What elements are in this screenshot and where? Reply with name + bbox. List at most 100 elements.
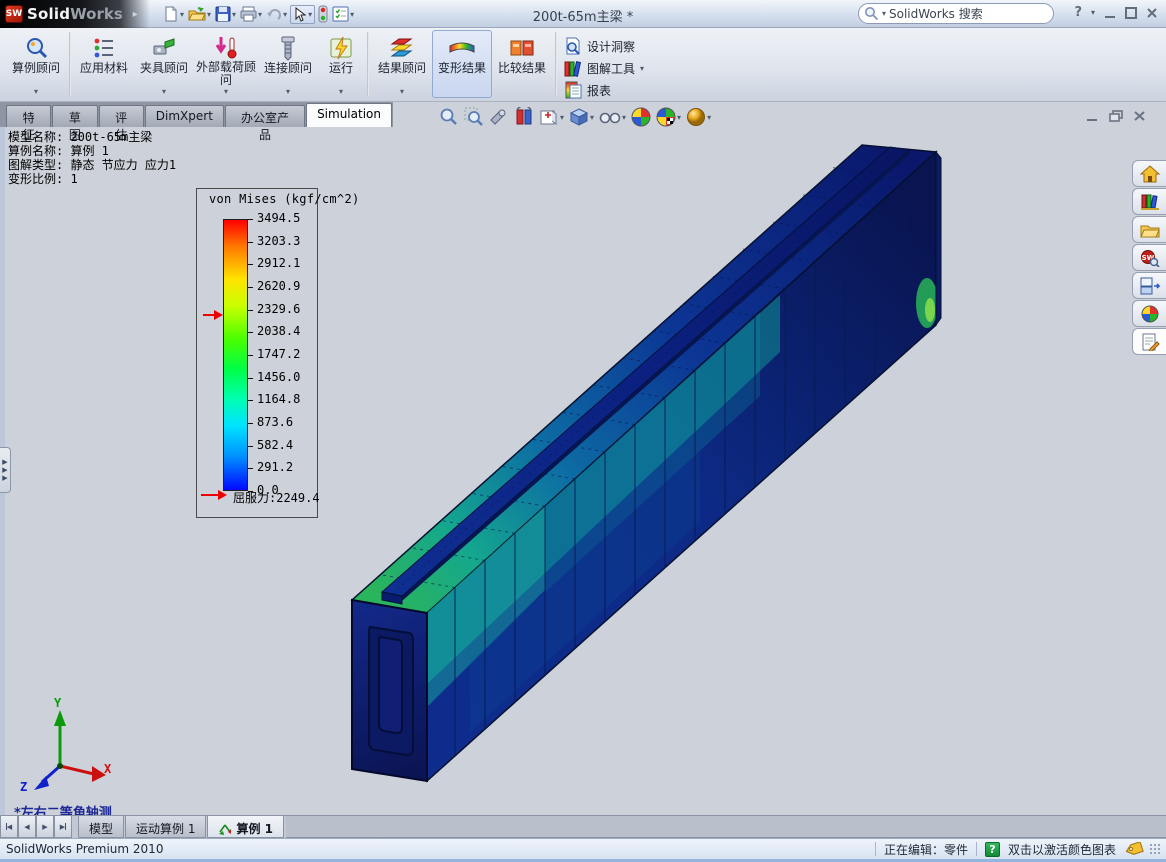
legend-color-bar xyxy=(223,219,248,491)
splitter-arrow-icon: ▶ xyxy=(2,475,7,482)
legend-value: 3203.3 xyxy=(257,235,300,248)
nav-first-button[interactable]: ◀ xyxy=(0,816,18,838)
taskpane-appearances-tab[interactable] xyxy=(1132,300,1166,327)
dropdown-icon[interactable]: ▾ xyxy=(677,113,681,122)
nav-first-icon: ◀ xyxy=(7,823,12,831)
triad-y-label: Y xyxy=(54,696,61,710)
plot-info-text: 模型名称: 200t-65m主梁 算例名称: 算例 1 图解类型: 静态 节应力… xyxy=(8,130,176,186)
tab-dimxpert[interactable]: DimXpert xyxy=(145,105,224,127)
stress-color-legend[interactable]: von Mises (kgf/cm^2) 3494.5 3203.3 2912.… xyxy=(196,188,318,518)
section-view-icon xyxy=(514,107,534,127)
legend-value: 1164.8 xyxy=(257,393,300,406)
view-orientation-icon xyxy=(539,107,559,127)
plot-type-line: 图解类型: 静态 节应力 应力1 xyxy=(8,158,176,172)
doc-minimize-icon[interactable] xyxy=(1086,110,1099,122)
tag-icon[interactable] xyxy=(1124,842,1144,856)
dropdown-icon[interactable]: ▾ xyxy=(622,113,626,122)
legend-value: 3494.5 xyxy=(257,212,300,225)
status-separator xyxy=(976,842,977,856)
dropdown-icon[interactable]: ▾ xyxy=(560,113,564,122)
view-palette-icon xyxy=(1140,277,1160,295)
product-name-text: SolidWorks Premium 2010 xyxy=(6,842,163,856)
legend-value: 2329.6 xyxy=(257,303,300,316)
coordinate-triad: Y X Z xyxy=(18,700,110,792)
resize-grip[interactable] xyxy=(1158,844,1160,854)
taskpane-view-palette-tab[interactable] xyxy=(1132,272,1166,299)
model-tab[interactable]: 模型 xyxy=(78,816,124,838)
status-bar: SolidWorks Premium 2010 正在编辑：零件 ? 双击以激活颜… xyxy=(0,838,1166,859)
deformation-scale-line: 变形比例: 1 xyxy=(8,172,176,186)
tab-sketch[interactable]: 草图 xyxy=(52,105,97,127)
tab-evaluate[interactable]: 评估 xyxy=(99,105,144,127)
status-separator xyxy=(875,842,876,856)
tab-simulation[interactable]: Simulation xyxy=(306,103,392,127)
design-library-icon xyxy=(1140,193,1160,211)
motion-study-tab[interactable]: 运动算例 1 xyxy=(125,816,206,838)
scene-sphere-checker-icon xyxy=(656,107,676,127)
nav-next-button[interactable]: ▶ xyxy=(36,816,54,838)
section-view-button[interactable] xyxy=(513,106,535,128)
dropdown-icon[interactable]: ▾ xyxy=(590,113,594,122)
nav-next-icon: ▶ xyxy=(42,823,47,831)
custom-properties-icon xyxy=(1140,333,1160,351)
legend-value: 291.2 xyxy=(257,461,293,474)
legend-title: von Mises (kgf/cm^2) xyxy=(209,192,360,206)
quick-tip-help-badge[interactable]: ? xyxy=(985,842,1000,857)
study-tab-bar: ◀ ◀ ▶ ▶ 模型 运动算例 1 算例 1 xyxy=(0,815,1166,838)
nav-prev-icon: ◀ xyxy=(24,823,29,831)
solidworks-window: SW SolidWorks ▸ ▾ ▾ ▾ ▾ ▾ ▾ xyxy=(0,0,1166,862)
zoom-to-area-button[interactable] xyxy=(463,106,485,128)
editing-status-text: 正在编辑：零件 xyxy=(884,841,968,858)
legend-value: 2912.1 xyxy=(257,257,300,270)
nav-prev-button[interactable]: ◀ xyxy=(18,816,36,838)
apply-scene-button[interactable]: ▾ xyxy=(655,106,682,128)
edit-appearance-button[interactable] xyxy=(630,106,652,128)
study-tab-icon xyxy=(218,822,232,835)
display-style-icon xyxy=(569,107,589,127)
folder-icon xyxy=(1140,222,1160,238)
tab-office-products[interactable]: 办公室产品 xyxy=(225,105,305,127)
hide-show-items-button[interactable]: ▾ xyxy=(598,107,627,127)
eyeglasses-icon xyxy=(599,108,621,126)
yield-marker-arrowhead xyxy=(214,310,223,320)
legend-value: 1747.2 xyxy=(257,348,300,361)
view-settings-button[interactable]: ▾ xyxy=(685,106,712,128)
nav-last-button[interactable]: ▶ xyxy=(54,816,72,838)
tab-bar-empty-area xyxy=(286,816,1166,838)
taskpane-search-tab[interactable]: SW xyxy=(1132,244,1166,271)
previous-view-icon xyxy=(489,107,509,127)
view-orientation-button[interactable]: ▾ xyxy=(538,106,565,128)
appearances-sphere-icon xyxy=(1141,305,1159,323)
splitter-arrow-icon: ▶ xyxy=(2,467,7,474)
legend-hint-text: 双击以激活颜色图表 xyxy=(1008,841,1116,858)
study-tab[interactable]: 算例 1 xyxy=(207,816,284,838)
legend-value: 1456.0 xyxy=(257,371,300,384)
zoom-to-fit-icon xyxy=(439,107,459,127)
home-icon xyxy=(1140,165,1160,183)
zoom-to-fit-button[interactable] xyxy=(438,106,460,128)
taskpane-file-explorer-tab[interactable] xyxy=(1132,216,1166,243)
model-name-line: 模型名称: 200t-65m主梁 xyxy=(8,130,176,144)
triad-x-label: X xyxy=(104,762,111,776)
dropdown-icon[interactable]: ▾ xyxy=(707,113,711,122)
yield-strength-label: 屈服力:2249.4 xyxy=(233,489,320,506)
legend-value: 873.6 xyxy=(257,416,293,429)
taskpane-resources-tab[interactable] xyxy=(1132,160,1166,187)
sw-search-icon: SW xyxy=(1140,249,1160,267)
doc-close-icon[interactable] xyxy=(1133,110,1146,122)
taskpane-design-library-tab[interactable] xyxy=(1132,188,1166,215)
previous-view-button[interactable] xyxy=(488,106,510,128)
tab-features[interactable]: 特征 xyxy=(6,105,51,127)
zoom-to-area-icon xyxy=(464,107,484,127)
triad-z-label: Z xyxy=(20,780,27,794)
heads-up-toolbar: ▾ ▾ ▾ ▾ ▾ xyxy=(438,104,712,130)
display-style-button[interactable]: ▾ xyxy=(568,106,595,128)
taskpane-custom-properties-tab[interactable] xyxy=(1132,328,1166,355)
appearance-sphere-icon xyxy=(631,107,651,127)
doc-restore-icon[interactable] xyxy=(1109,110,1123,122)
document-window-controls xyxy=(1086,110,1146,122)
yield-label-arrow xyxy=(201,494,219,496)
legend-value: 2038.4 xyxy=(257,325,300,338)
feature-panel-splitter[interactable]: ▶ ▶ ▶ xyxy=(0,447,11,493)
yield-label-arrowhead xyxy=(218,490,227,500)
